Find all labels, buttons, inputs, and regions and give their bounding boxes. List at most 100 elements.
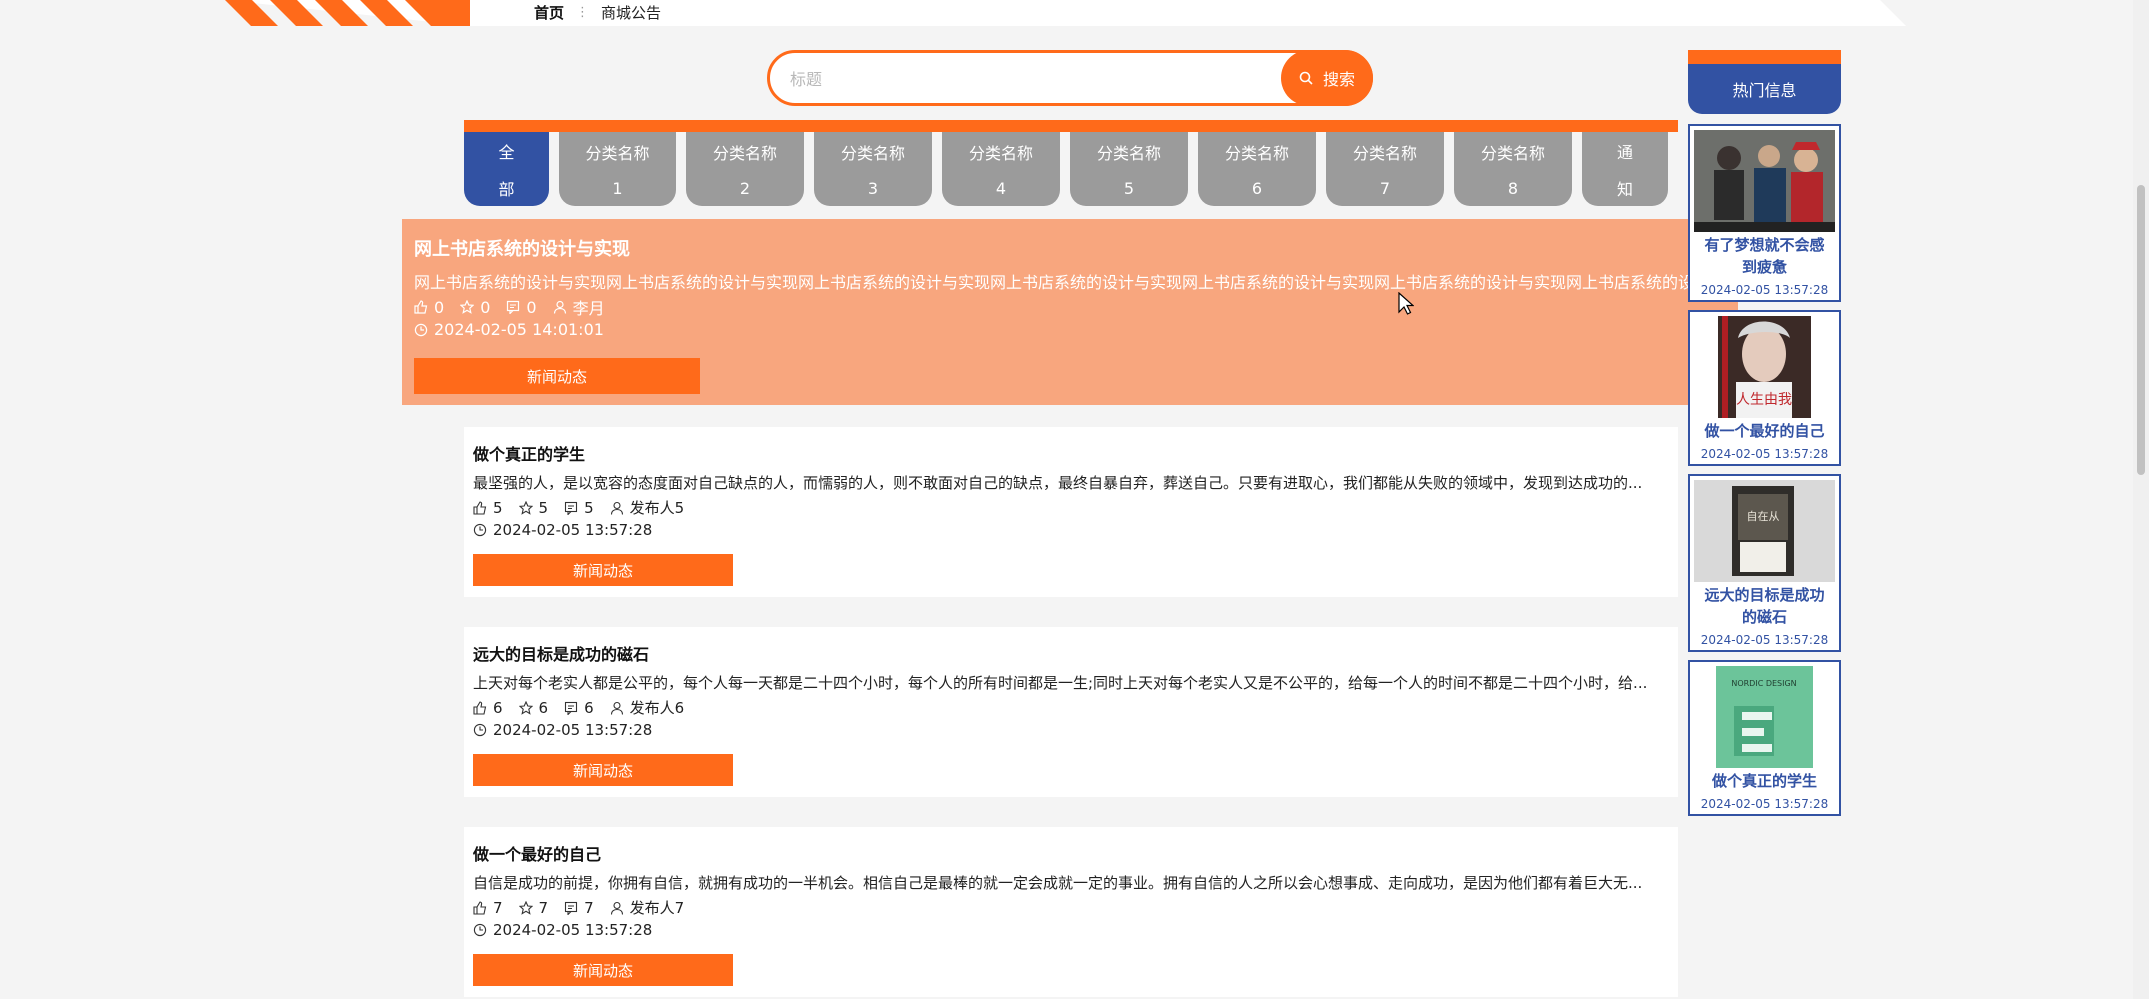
tab-label-line1: 分类名称 [712, 143, 777, 163]
hot-info-title-line1: 做个真正的学生 [1711, 772, 1817, 790]
category-tabs: 全 部 分类名称 1 分类名称 2 分类名称 3 分类名称 4 分类名称 5 分… [464, 132, 1678, 206]
star-icon [518, 500, 533, 515]
tab-label-line1: 全 [498, 142, 515, 162]
hot-info-title-text: 远大的目标是成功 的磁石 [1694, 584, 1835, 628]
article-title[interactable]: 做一个最好的自己 [473, 841, 601, 865]
hot-info-title-text: 做一个最好的自己 [1694, 420, 1835, 442]
breadcrumb-home-link[interactable]: 首页 [534, 2, 564, 23]
top-bar: 首页 ⋮ 商城公告 [0, 0, 2149, 26]
favorite-count: 7 [538, 898, 549, 917]
hot-info-thumbnail [1694, 130, 1835, 232]
favorite-count: 6 [538, 698, 549, 717]
hot-info-title-line2: 的磁石 [1741, 608, 1787, 626]
comment-icon [565, 501, 578, 515]
search-button[interactable]: 搜索 [1281, 50, 1373, 106]
article-title[interactable]: 网上书店系统的设计与实现 [414, 235, 630, 261]
tab-all[interactable]: 全 部 [464, 132, 549, 206]
article-card[interactable]: 远大的目标是成功的磁石 上天对每个老实人都是公平的，每个人每一天都是二十四个小时… [464, 627, 1678, 797]
hot-info-item[interactable]: 自在从 远大的目标是成功 的磁石 2024-02-05 13:57:28 [1688, 474, 1841, 652]
tab-notice[interactable]: 通 知 [1582, 132, 1668, 206]
comment-count: 5 [584, 498, 594, 517]
favorite-count: 0 [480, 297, 491, 317]
tab-category-2[interactable]: 分类名称 2 [686, 132, 804, 206]
clock-icon [414, 323, 428, 336]
article-description: 最坚强的人，是以宽容的态度面对自己缺点的人，而懦弱的人，则不敢面对自己的缺点，最… [473, 474, 1643, 492]
thumb-up-icon [473, 700, 487, 715]
star-icon [518, 900, 533, 915]
comment-count: 7 [584, 898, 594, 917]
star-icon [518, 700, 533, 715]
author-name: 李月 [572, 299, 605, 318]
article-card[interactable]: 做一个最好的自己 自信是成功的前提，你拥有自信，就拥有成功的一半机会。相信自己是… [464, 827, 1678, 997]
tab-label-line2: 5 [1123, 179, 1135, 199]
tab-label-line2: 4 [995, 179, 1007, 199]
hot-info-header: 热门信息 [1688, 50, 1841, 114]
breadcrumb-current: 商城公告 [601, 4, 662, 22]
user-icon [610, 501, 623, 515]
tab-label-line1: 分类名称 [585, 143, 650, 163]
tab-category-4[interactable]: 分类名称 4 [942, 132, 1060, 206]
search-input[interactable] [788, 65, 1272, 93]
scrollbar-thumb[interactable] [2137, 185, 2145, 475]
article-meta: 7 7 7 发布人7 [473, 897, 684, 918]
tab-label-line2: 1 [612, 179, 623, 199]
article-time: 2024-02-05 13:57:28 [473, 921, 652, 939]
author-name: 发布人7 [629, 899, 685, 917]
comment-count: 6 [584, 698, 594, 717]
tabs-accent-line [464, 120, 1678, 132]
featured-article[interactable]: 网上书店系统的设计与实现 网上书店系统的设计与实现网上书店系统的设计与实现网上书… [402, 219, 1738, 405]
article-card[interactable]: 做个真正的学生 最坚强的人，是以宽容的态度面对自己缺点的人，而懦弱的人，则不敢面… [464, 427, 1678, 597]
article-title[interactable]: 远大的目标是成功的磁石 [473, 641, 649, 665]
clock-icon [473, 523, 487, 537]
breadcrumb-separator: ⋮ [576, 5, 590, 20]
publish-time: 2024-02-05 13:57:28 [493, 721, 653, 739]
category-button[interactable]: 新闻动态 [473, 954, 733, 986]
publish-time: 2024-02-05 13:57:28 [493, 921, 653, 939]
thumbnail-text: NORDIC DESIGN [1731, 679, 1796, 688]
hot-info-thumbnail: NORDIC DESIGN [1694, 666, 1835, 768]
user-icon [610, 901, 623, 915]
like-count: 6 [493, 698, 503, 717]
comment-icon [507, 300, 520, 314]
publish-time: 2024-02-05 14:01:01 [434, 320, 604, 339]
like-count: 0 [434, 297, 445, 317]
category-button[interactable]: 新闻动态 [473, 554, 733, 586]
tab-label-line2: 知 [1616, 179, 1633, 199]
tab-label-line2: 部 [498, 179, 515, 199]
hot-info-item[interactable]: 有了梦想就不会感 到疲惫 2024-02-05 13:57:28 [1688, 124, 1841, 302]
author-name: 发布人5 [629, 499, 685, 517]
tab-label-line2: 8 [1507, 179, 1519, 199]
thumbnail-text: 人生由我 [1736, 392, 1792, 408]
like-count: 5 [493, 498, 503, 517]
hot-info-item[interactable]: 人生由我 做一个最好的自己 2024-02-05 13:57:28 [1688, 310, 1841, 466]
tab-label-line1: 分类名称 [968, 143, 1033, 163]
page-scrollbar[interactable] [2133, 0, 2149, 999]
article-title[interactable]: 做个真正的学生 [473, 441, 585, 465]
search-icon [1299, 71, 1313, 85]
category-button[interactable]: 新闻动态 [473, 754, 733, 786]
tab-label-line2: 2 [739, 179, 751, 199]
tab-category-7[interactable]: 分类名称 7 [1326, 132, 1444, 206]
category-button[interactable]: 新闻动态 [414, 358, 700, 394]
tab-category-5[interactable]: 分类名称 5 [1070, 132, 1188, 206]
comment-count: 0 [526, 297, 537, 317]
hot-info-date: 2024-02-05 13:57:28 [1700, 633, 1829, 647]
hot-info-title-line1: 有了梦想就不会感 [1704, 236, 1825, 254]
article-time: 2024-02-05 13:57:28 [473, 521, 652, 539]
tab-category-6[interactable]: 分类名称 6 [1198, 132, 1316, 206]
thumb-up-icon [414, 300, 428, 314]
thumb-up-icon [473, 500, 487, 515]
article-meta: 5 5 5 发布人5 [473, 497, 684, 518]
tab-category-8[interactable]: 分类名称 8 [1454, 132, 1572, 206]
hot-info-item[interactable]: NORDIC DESIGN 做个真正的学生 2024-02-05 13:57:2… [1688, 660, 1841, 816]
tab-label-line1: 分类名称 [1480, 143, 1545, 163]
author-name: 发布人6 [629, 699, 685, 717]
tab-category-1[interactable]: 分类名称 1 [559, 132, 676, 206]
thumb-up-icon [473, 900, 487, 915]
thumbnail-text: 自在从 [1747, 510, 1780, 523]
hot-info-thumbnail: 自在从 [1694, 480, 1835, 582]
mouse-cursor-icon [1398, 292, 1414, 315]
hot-info-accent-bar [1688, 50, 1841, 64]
tab-category-3[interactable]: 分类名称 3 [814, 132, 932, 206]
article-description: 网上书店系统的设计与实现网上书店系统的设计与实现网上书店系统的设计与实现网上书店… [414, 273, 1716, 292]
